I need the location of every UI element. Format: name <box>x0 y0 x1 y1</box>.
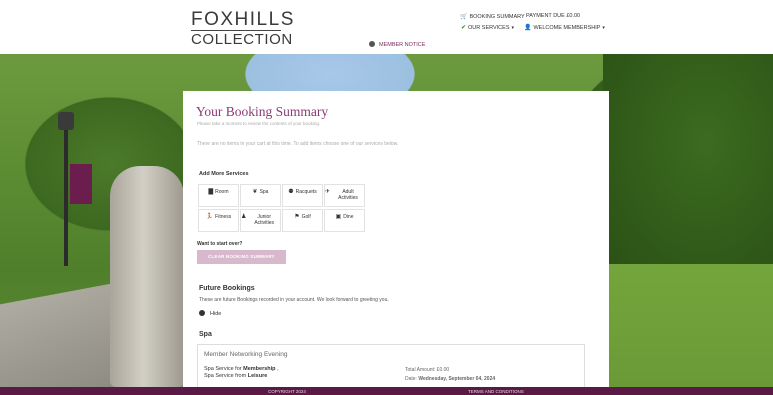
cart-icon: 🛒 <box>460 14 468 20</box>
hide-label: Hide <box>210 311 222 317</box>
flag-icon: ⚑ <box>294 214 300 220</box>
booking-summary-label: BOOKING SUMMARY <box>469 14 525 20</box>
future-bookings-description: These are future Bookings recorded in yo… <box>199 297 389 303</box>
payment-due-label: PAYMENT DUE £0.00 <box>526 13 581 19</box>
lawn-decor <box>608 264 773 387</box>
hide-toggle[interactable]: Hide <box>199 310 221 317</box>
booking-title: Member Networking Evening <box>204 351 288 358</box>
brand-line1: FOXHILLS <box>191 9 295 30</box>
future-bookings-title: Future Bookings <box>199 285 255 292</box>
tree-decor <box>603 54 773 274</box>
junior-icon: ♟ <box>241 214 247 220</box>
service-label: Spa <box>259 189 269 195</box>
member-notice-link[interactable]: MEMBER NOTICE <box>369 41 425 48</box>
service-label: Fitness <box>215 214 232 220</box>
booking-service-for: Spa Service for Membership , <box>204 366 279 372</box>
brand-line2: COLLECTION <box>191 31 293 48</box>
page-subtitle: Please take a moment to review the conte… <box>197 121 321 126</box>
services-grid: ▇ Room ❦ Spa ⚉ Racquets ✈ Adult Activities 🏃… <box>198 184 366 232</box>
site-header: FOXHILLS COLLECTION 🛒 BOOKING SUMMARY PAY… <box>0 0 773 54</box>
bed-icon: ▇ <box>208 189 214 195</box>
welcome-label: WELCOME MEMBERSHIP <box>533 25 601 31</box>
service-room-button[interactable]: ▇ Room <box>198 184 239 207</box>
service-junior-activities-button[interactable]: ♟ Junior Activities <box>240 209 281 232</box>
empty-cart-message: There are no items in your cart at this … <box>197 141 399 147</box>
service-label: Golf <box>301 214 311 220</box>
lamp-decor <box>58 112 74 130</box>
add-services-title: Add More Services <box>199 171 249 177</box>
booking-date-prefix: Date: <box>405 376 419 382</box>
chevron-down-icon: ▾ <box>602 25 605 31</box>
booking-date: Date: Wednesday, September 04, 2024 <box>405 376 495 382</box>
our-services-menu[interactable]: ✔ OUR SERVICES ▾ <box>461 24 514 31</box>
service-label: Racquets <box>295 189 317 195</box>
notice-icon <box>369 41 375 47</box>
service-fitness-button[interactable]: 🏃 Fitness <box>198 209 239 232</box>
clear-booking-summary-button[interactable]: CLEAR BOOKING SUMMARY <box>197 250 286 264</box>
service-spa-button[interactable]: ❦ Spa <box>240 184 281 207</box>
booking-summary-panel: Your Booking Summary Please take a momen… <box>183 91 609 387</box>
restart-label: Want to start over? <box>197 241 243 247</box>
banner-decor <box>70 164 92 204</box>
fitness-icon: 🏃 <box>205 214 214 220</box>
leaf-icon: ❦ <box>252 189 258 195</box>
booking-summary-link[interactable]: 🛒 BOOKING SUMMARY <box>460 13 525 20</box>
booking-service-from: Spa Service from Leisure <box>204 373 267 379</box>
brand-logo[interactable]: FOXHILLS COLLECTION <box>191 9 295 48</box>
payment-due: PAYMENT DUE £0.00 <box>526 13 580 19</box>
booking-line1-suffix: , <box>275 366 279 372</box>
hide-icon <box>199 310 205 316</box>
page-title: Your Booking Summary <box>196 104 329 119</box>
spa-section-heading: Spa <box>199 331 212 338</box>
booking-line1-prefix: Spa Service for <box>204 366 244 372</box>
racquet-icon: ⚉ <box>288 189 294 195</box>
service-dine-button[interactable]: ▣ Dine <box>324 209 365 232</box>
booking-total: Total Amount: £0.00 <box>405 367 450 373</box>
terms-link[interactable]: TERMS AND CONDITIONS <box>468 389 524 394</box>
urn-decor <box>110 166 184 387</box>
service-golf-button[interactable]: ⚑ Golf <box>282 209 323 232</box>
chevron-down-icon: ▾ <box>511 25 515 31</box>
service-label: Adult Activities <box>338 189 358 201</box>
service-racquets-button[interactable]: ⚉ Racquets <box>282 184 323 207</box>
user-icon: 👤 <box>524 25 532 31</box>
booking-line1-value: Membership <box>243 366 276 372</box>
service-label: Dine <box>343 214 354 220</box>
booking-card: Member Networking Evening Spa Service fo… <box>197 344 585 387</box>
dine-icon: ▣ <box>335 214 342 220</box>
copyright-text: COPYRIGHT 2024 <box>268 389 306 394</box>
our-services-label: OUR SERVICES <box>468 25 510 31</box>
lamppost-decor <box>64 116 68 266</box>
site-footer: COPYRIGHT 2024 TERMS AND CONDITIONS <box>0 387 773 395</box>
service-adult-activities-button[interactable]: ✈ Adult Activities <box>324 184 365 207</box>
member-notice-label: MEMBER NOTICE <box>379 42 426 48</box>
activities-icon: ✈ <box>325 189 331 195</box>
booking-date-value: Wednesday, September 04, 2024 <box>418 376 496 382</box>
welcome-membership-menu[interactable]: 👤 WELCOME MEMBERSHIP ▾ <box>524 24 605 31</box>
service-label: Room <box>215 189 229 195</box>
service-label: Junior Activities <box>254 214 275 226</box>
booking-line2-value: Leisure <box>247 373 268 379</box>
check-icon: ✔ <box>461 25 467 31</box>
booking-line2-prefix: Spa Service from <box>204 373 248 379</box>
